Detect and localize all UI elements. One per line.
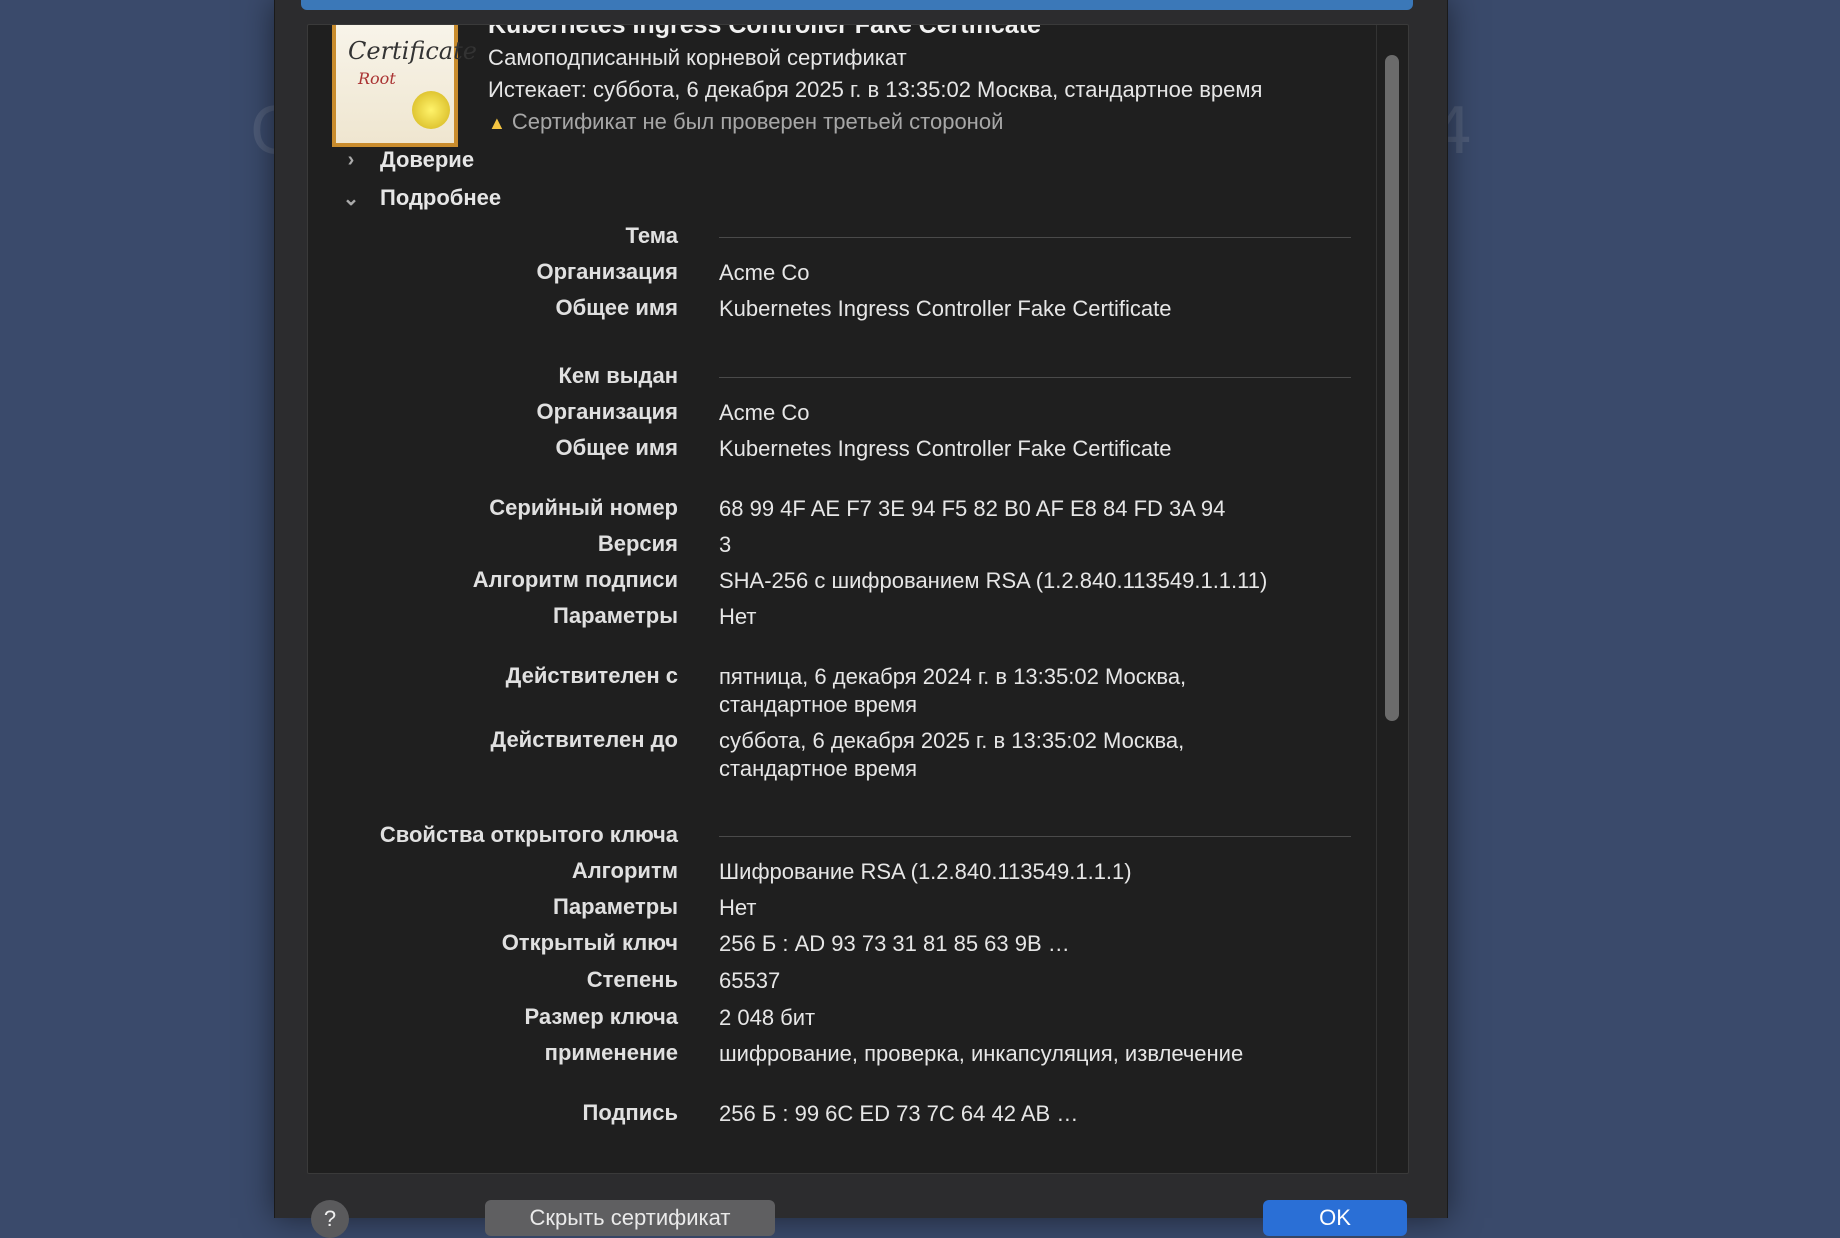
field-value: Нет [719,604,757,629]
serial-row: Серийный номер 68 99 4F AE F7 3E 94 F5 8… [308,495,1368,525]
certificate-panel: Certificate Root Kubernetes Ingress Cont… [307,24,1409,1174]
sigalg-row: Алгоритм подписи SHA-256 с шифрованием R… [308,567,1368,597]
field-value: Шифрование RSA (1.2.840.113549.1.1.1) [719,859,1132,884]
issuer-header-row: Кем выдан [308,363,1368,393]
chevron-right-icon: › [347,148,355,171]
field-value-line1: суббота, 6 декабря 2025 г. в 13:35:02 Мо… [719,728,1185,753]
certificate-expiry: Истекает: суббота, 6 декабря 2025 г. в 1… [488,77,1263,102]
certificate-dialog: Certificate Root Kubernetes Ingress Cont… [274,0,1448,1238]
field-value: 68 99 4F AE F7 3E 94 F5 82 B0 AF E8 84 F… [719,496,1226,521]
field-value: 2 048 бит [719,1005,816,1030]
field-label: Организация [536,399,678,424]
field-value-line2: стандартное время [719,692,918,717]
field-label: Параметры [553,603,678,628]
pubkey-size-row: Размер ключа 2 048 бит [308,1004,1368,1034]
certificate-warning: ▲ Сертификат не был проверен третьей стор… [488,109,1003,135]
certificate-icon: Certificate Root [332,25,477,147]
field-label: Версия [597,531,678,556]
valid-to-row: Действителен до суббота, 6 декабря 2025 … [308,727,1368,785]
subject-header-row: Тема [308,223,1368,253]
field-value: 65537 [719,968,781,993]
field-value: Нет [719,895,757,920]
pubkey-alg-row: Алгоритм Шифрование RSA (1.2.840.113549.… [308,858,1368,888]
chevron-down-icon: ⌄ [342,187,360,210]
certificate-type: Самоподписанный корневой сертификат [488,45,907,70]
params-row: Параметры Нет [308,603,1368,633]
trust-label: Доверие [380,147,475,172]
valid-from-row: Действителен с пятница, 6 декабря 2024 г… [308,663,1368,721]
field-value: 256 Б : 99 6C ED 73 7C 64 42 AB … [719,1101,1079,1126]
focus-ring-top [301,0,1413,10]
pubkey-header-row: Свойства открытого ключа [308,822,1368,852]
issuer-cn-row: Общее имя Kubernetes Ingress Controller … [308,435,1368,465]
field-value: Acme Co [719,260,810,285]
divider [719,836,1351,837]
button-bar: ? Скрыть сертификат OK [275,1180,1447,1238]
hide-certificate-button[interactable]: Скрыть сертификат [485,1200,775,1236]
version-row: Версия 3 [308,531,1368,561]
field-value: SHA-256 с шифрованием RSA (1.2.840.11354… [719,568,1268,593]
certificate-icon-root: Root [358,69,396,88]
subject-cn-row: Общее имя Kubernetes Ingress Controller … [308,295,1368,325]
warning-icon: ▲ [488,113,506,133]
field-value: Kubernetes Ingress Controller Fake Certi… [719,436,1172,461]
help-button[interactable]: ? [311,1200,349,1238]
field-label: Серийный номер [489,495,678,520]
details-disclosure[interactable]: ⌄ Подробнее [336,185,502,211]
pubkey-usage-row: применение шифрование, проверка, инкапсу… [308,1040,1368,1070]
issuer-header: Кем выдан [558,363,678,388]
signature-row: Подпись 256 Б : 99 6C ED 73 7C 64 42 AB … [308,1100,1368,1130]
pubkey-exp-row: Степень 65537 [308,967,1368,997]
issuer-org-row: Организация Acme Co [308,399,1368,429]
field-label: Подпись [582,1100,679,1125]
seal-icon [412,91,450,129]
field-label: Алгоритм [571,858,678,883]
pubkey-header: Свойства открытого ключа [379,822,678,847]
field-value: шифрование, проверка, инкапсуляция, извл… [719,1041,1244,1066]
field-label: Размер ключа [524,1004,678,1029]
details-label: Подробнее [380,185,502,210]
field-label: Общее имя [555,295,678,320]
field-value: Kubernetes Ingress Controller Fake Certi… [719,296,1172,321]
trust-disclosure[interactable]: › Доверие [336,147,474,173]
ok-button[interactable]: OK [1263,1200,1407,1236]
field-value: Acme Co [719,400,810,425]
field-label: применение [544,1040,678,1065]
field-value-line2: стандартное время [719,756,918,781]
pubkey-key-row: Открытый ключ 256 Б : AD 93 73 31 81 85 … [308,930,1368,960]
divider [719,377,1351,378]
field-label: Общее имя [555,435,678,460]
pubkey-params-row: Параметры Нет [308,894,1368,924]
divider [719,237,1351,238]
field-value: 256 Б : AD 93 73 31 81 85 63 9B … [719,931,1070,956]
field-label: Параметры [553,894,678,919]
subject-org-row: Организация Acme Co [308,259,1368,289]
field-label: Действителен с [505,663,678,688]
warning-text: Сертификат не был проверен третьей сторо… [511,109,1004,134]
field-label: Алгоритм подписи [472,567,678,592]
field-label: Организация [536,259,678,284]
certificate-title: Kubernetes Ingress Controller Fake Certi… [488,24,1041,39]
field-value: 3 [719,532,732,557]
subject-header: Тема [625,223,678,248]
certificate-icon-script: Certificate [348,37,477,65]
field-label: Действителен до [490,727,679,752]
field-label: Открытый ключ [501,930,678,955]
scrollbar-thumb[interactable] [1385,55,1399,721]
field-value-line1: пятница, 6 декабря 2024 г. в 13:35:02 Мо… [719,664,1187,689]
field-label: Степень [586,967,678,992]
